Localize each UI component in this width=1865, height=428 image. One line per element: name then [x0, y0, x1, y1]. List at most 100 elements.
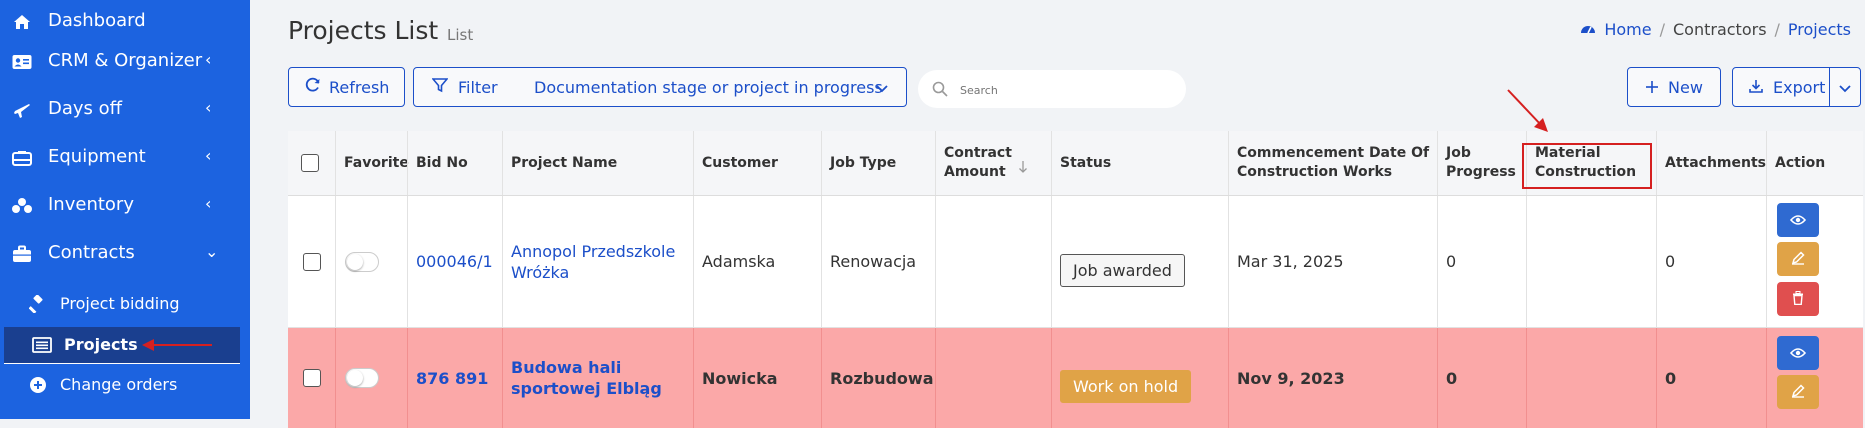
sidebar-subitem-change-orders[interactable]: Change orders — [0, 367, 250, 403]
gavel-icon — [28, 294, 48, 314]
sidebar: Dashboard CRM & Organizer ‹ Days off ‹ E… — [0, 0, 250, 419]
refresh-button[interactable]: Refresh — [288, 67, 405, 107]
edit-button[interactable] — [1777, 242, 1819, 276]
column-contract-amount[interactable]: Contract Amount — [935, 131, 1051, 195]
column-project-name[interactable]: Project Name — [502, 131, 693, 195]
breadcrumb-projects[interactable]: Projects — [1788, 20, 1851, 39]
sidebar-subitem-project-bidding[interactable]: Project bidding — [0, 286, 250, 322]
plus-icon — [1646, 78, 1658, 97]
page-title: Projects List — [288, 16, 439, 45]
commencement-date-cell: Mar 31, 2025 — [1228, 196, 1437, 327]
column-action: Action — [1766, 131, 1863, 195]
search-input[interactable] — [958, 78, 1162, 102]
job-type-cell: Rozbudowa — [821, 328, 935, 428]
split-divider — [1829, 68, 1830, 106]
refresh-icon — [305, 77, 321, 97]
sidebar-item-label: Inventory — [48, 194, 134, 215]
row-checkbox-cell[interactable] — [288, 328, 335, 428]
sidebar-item-dashboard[interactable]: Dashboard — [0, 0, 250, 44]
row-checkbox[interactable] — [303, 369, 321, 387]
material-construction-cell — [1526, 328, 1656, 428]
column-select-all[interactable] — [288, 131, 335, 195]
search-icon — [932, 81, 948, 101]
sidebar-item-days-off[interactable]: Days off ‹ — [0, 88, 250, 132]
job-type-cell: Renowacja — [821, 196, 935, 327]
new-label: New — [1668, 77, 1703, 97]
attachments-cell: 0 — [1656, 196, 1766, 327]
sidebar-item-inventory[interactable]: Inventory ‹ — [0, 184, 250, 228]
chevron-left-icon: ‹ — [205, 98, 212, 117]
project-name-link[interactable]: Budowa hali sportowej Elbląg — [502, 328, 693, 428]
column-job-progress[interactable]: Job Progress — [1437, 131, 1526, 195]
chevron-down-icon[interactable] — [1839, 78, 1851, 97]
sidebar-item-label: Dashboard — [48, 10, 146, 31]
briefcase-icon — [10, 242, 34, 266]
status-cell: Work on hold — [1051, 328, 1228, 428]
column-favorite[interactable]: Favorite — [335, 131, 409, 195]
bid-no-link[interactable]: 876 891 — [407, 328, 502, 428]
column-status[interactable]: Status — [1051, 131, 1228, 195]
sidebar-item-label: CRM & Organizer — [48, 50, 203, 71]
pencil-icon — [1791, 383, 1805, 402]
sidebar-item-equipment[interactable]: Equipment ‹ — [0, 136, 250, 180]
new-button[interactable]: New — [1627, 67, 1721, 107]
row-checkbox[interactable] — [303, 252, 321, 271]
sidebar-item-crm[interactable]: CRM & Organizer ‹ — [0, 40, 250, 84]
breadcrumb-contractors[interactable]: Contractors — [1673, 20, 1767, 39]
contract-amount-cell — [935, 328, 1051, 428]
favorite-cell[interactable] — [335, 328, 407, 428]
favorite-toggle[interactable] — [345, 251, 379, 272]
delete-button[interactable] — [1777, 282, 1819, 316]
status-badge[interactable]: Work on hold — [1060, 369, 1192, 403]
chevron-left-icon: ‹ — [205, 194, 212, 213]
contact-card-icon — [10, 50, 34, 74]
chevron-down-icon: ⌄ — [205, 242, 219, 261]
dashboard-icon — [1580, 20, 1596, 39]
refresh-label: Refresh — [329, 77, 390, 97]
breadcrumb-separator: / — [1774, 20, 1780, 39]
column-label: Contract Amount — [944, 145, 1012, 180]
job-progress-cell: 0 — [1437, 196, 1526, 327]
customer-cell: Adamska — [693, 196, 821, 327]
chevron-left-icon: ‹ — [205, 146, 212, 165]
filter-dropdown[interactable]: Filter Documentation stage or project in… — [413, 67, 907, 107]
project-name-link[interactable]: Annopol Przedszkole Wróżka — [502, 196, 693, 327]
status-badge[interactable]: Job awarded — [1060, 254, 1185, 287]
sidebar-item-contracts[interactable]: Contracts ⌄ — [0, 232, 250, 276]
sidebar-subitem-label: Change orders — [60, 375, 178, 394]
row-checkbox-cell[interactable] — [288, 196, 335, 327]
table-row[interactable]: 876 891 Budowa hali sportowej Elbląg Now… — [288, 328, 1863, 428]
sidebar-item-label: Equipment — [48, 146, 146, 167]
plane-icon — [10, 98, 34, 122]
select-all-checkbox[interactable] — [301, 154, 319, 172]
sidebar-item-label: Days off — [48, 98, 123, 119]
download-icon — [1749, 78, 1763, 97]
chevron-left-icon: ‹ — [205, 50, 212, 69]
column-attachments[interactable]: Attachments — [1656, 131, 1766, 195]
view-button[interactable] — [1777, 336, 1819, 370]
column-bid-no[interactable]: Bid No — [407, 131, 502, 195]
column-job-type[interactable]: Job Type — [821, 131, 935, 195]
edit-button[interactable] — [1777, 375, 1819, 409]
annotation-arrow-icon — [1507, 89, 1548, 132]
export-button[interactable]: Export — [1732, 67, 1861, 107]
annotation-arrow-icon — [142, 339, 212, 351]
chevron-down-icon — [876, 78, 888, 97]
plus-circle-icon — [28, 375, 48, 395]
customer-cell: Nowicka — [693, 328, 821, 428]
view-button[interactable] — [1777, 203, 1819, 237]
trash-icon — [1792, 290, 1804, 309]
home-icon — [10, 10, 34, 34]
bid-no-link[interactable]: 000046/1 — [407, 196, 502, 327]
breadcrumb-home[interactable]: Home — [1604, 20, 1651, 39]
favorite-toggle[interactable] — [345, 368, 379, 388]
column-commencement-date[interactable]: Commencement Date Of Construction Works — [1228, 131, 1437, 195]
boxes-icon — [10, 194, 34, 218]
search-box[interactable] — [918, 70, 1186, 108]
attachments-cell: 0 — [1656, 328, 1766, 428]
favorite-cell[interactable] — [335, 196, 407, 327]
column-customer[interactable]: Customer — [693, 131, 821, 195]
filter-icon — [431, 77, 449, 97]
status-cell: Job awarded — [1051, 196, 1228, 327]
table-row[interactable]: 000046/1 Annopol Przedszkole Wróżka Adam… — [288, 196, 1863, 328]
